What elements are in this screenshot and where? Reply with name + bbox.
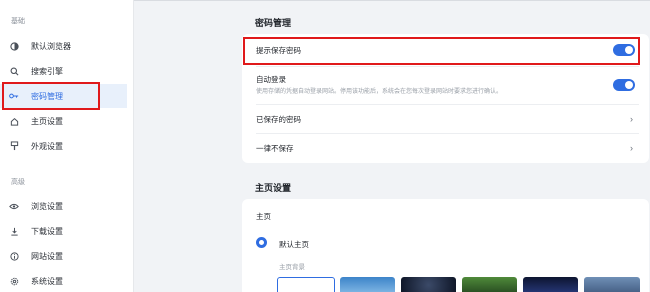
sidebar-item-site-settings[interactable]: 网站设置: [0, 244, 127, 268]
search-icon: [9, 66, 19, 76]
chevron-right-icon: ›: [630, 143, 633, 153]
sidebar-item-system[interactable]: 系统设置: [0, 269, 127, 292]
sidebar-item-label: 系统设置: [31, 276, 63, 286]
background-thumb-night[interactable]: [401, 277, 456, 292]
sidebar-item-appearance[interactable]: 外观设置: [0, 134, 127, 158]
auto-login-description: 使用存储的凭据自动登录网站。停用该功能后，系统会在您每次登录网站时要求您进行确认…: [256, 89, 503, 95]
homepage-section-label: 主页: [256, 212, 271, 221]
sidebar-item-homepage[interactable]: 主页设置: [0, 109, 127, 133]
background-thumb-clouds[interactable]: [584, 277, 640, 292]
sidebar-item-label: 网站设置: [31, 251, 63, 261]
sidebar-item-label: 主页设置: [31, 116, 63, 126]
auto-login-toggle[interactable]: [613, 79, 635, 91]
info-icon: [9, 251, 19, 261]
sidebar-item-label: 浏览设置: [31, 201, 63, 211]
offer-save-label: 提示保存密码: [256, 45, 301, 55]
background-thumb-blank[interactable]: [277, 277, 335, 292]
never-saved-row[interactable]: 一律不保存 ›: [242, 134, 649, 162]
password-section-title: 密码管理: [255, 18, 292, 28]
background-thumb-sky[interactable]: [340, 277, 395, 292]
sidebar-item-label: 密码管理: [31, 91, 63, 101]
auto-login-label: 自动登录: [256, 75, 286, 84]
eye-icon: [9, 201, 19, 211]
browser-icon: [9, 41, 19, 51]
download-icon: [9, 226, 19, 236]
auto-login-row: 自动登录 使用存储的凭据自动登录网站。停用该功能后，系统会在您每次登录网站时要求…: [242, 67, 649, 104]
section-label-advanced: 高级: [11, 179, 25, 186]
saved-passwords-label: 已保存的密码: [256, 114, 301, 124]
sidebar-item-download[interactable]: 下载设置: [0, 219, 127, 243]
default-homepage-radio[interactable]: [256, 237, 267, 248]
key-icon: [9, 91, 19, 101]
offer-save-toggle[interactable]: [613, 44, 635, 56]
sidebar-item-default-browser[interactable]: 默认浏览器: [0, 34, 127, 58]
section-label-basic: 基础: [11, 18, 25, 25]
sidebar-item-search-engine[interactable]: 搜索引擎: [0, 59, 127, 83]
gear-icon: [9, 276, 19, 286]
background-thumb-forest[interactable]: [462, 277, 517, 292]
offer-save-row: 提示保存密码: [242, 34, 649, 66]
default-homepage-label: 默认主页: [279, 240, 309, 249]
password-card: 提示保存密码 自动登录 使用存储的凭据自动登录网站。停用该功能后，系统会在您每次…: [242, 34, 649, 163]
sidebar-item-label: 外观设置: [31, 141, 63, 151]
sidebar-item-label: 下载设置: [31, 226, 63, 236]
sidebar-item-browsing[interactable]: 浏览设置: [0, 194, 127, 218]
settings-sidebar: 基础 默认浏览器 搜索引擎 密码管理 主页设置 外观设置 高级 浏览设置 下载设…: [0, 0, 134, 292]
home-icon: [9, 116, 19, 126]
saved-passwords-row[interactable]: 已保存的密码 ›: [242, 105, 649, 133]
chevron-right-icon: ›: [630, 114, 633, 124]
homepage-background-label: 主页背景: [279, 264, 305, 271]
sidebar-item-label: 搜索引擎: [31, 66, 63, 76]
homepage-section-title: 主页设置: [255, 183, 292, 193]
appearance-icon: [9, 141, 19, 151]
sidebar-item-password-manager[interactable]: 密码管理: [0, 84, 127, 108]
background-thumb-space[interactable]: [523, 277, 578, 292]
sidebar-item-label: 默认浏览器: [31, 41, 71, 51]
never-saved-label: 一律不保存: [256, 143, 294, 153]
